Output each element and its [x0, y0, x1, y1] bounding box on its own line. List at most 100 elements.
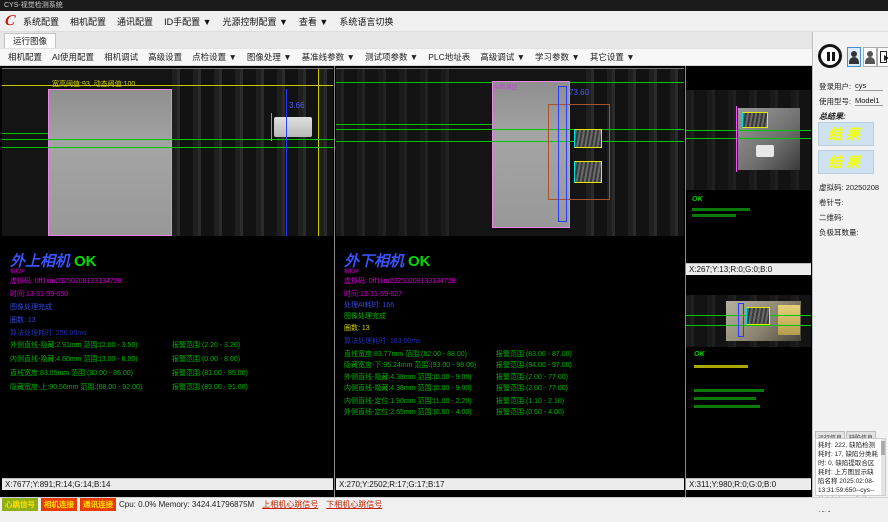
process-status: 图像处理完成 — [344, 311, 386, 321]
pixel-coords-readout: X:267;Y:13;R:0;G:0;B:0 — [686, 263, 811, 275]
camera-link-badge: 相机连接 — [41, 498, 77, 511]
bright-feature — [756, 145, 774, 157]
measurement-value: 外侧直线-隐藏:4.38mm 范围:(0.00 - 9.00) — [344, 372, 472, 382]
tiny-text-row — [694, 389, 764, 392]
measurement-value: 直线宽度:83.05mm 范围:(80.00 - 86.00) — [10, 368, 133, 378]
ai-time: 处理AI耗时: 166 — [344, 300, 394, 310]
tool-other-settings[interactable]: 其它设置 ▼ — [590, 51, 635, 63]
exit-button[interactable] — [877, 47, 888, 67]
menu-item-light-config[interactable]: 光源控制配置 ▼ — [222, 15, 287, 28]
green-measure-line — [2, 147, 333, 148]
comm-link-badge: 通讯连接 — [80, 498, 116, 511]
tab-bar: 运行图像 — [0, 32, 812, 48]
menu-item-system-config[interactable]: 系统配置 — [23, 15, 59, 28]
small-camera-image-bottom[interactable] — [686, 295, 811, 347]
menu-item-id-config[interactable]: ID手配置 ▼ — [164, 15, 211, 28]
status-ok: OK — [74, 253, 97, 270]
stats-scrollbar[interactable] — [881, 439, 885, 495]
menu-item-language[interactable]: 系统语言切换 — [339, 15, 393, 28]
pause-button[interactable] — [818, 44, 842, 68]
qrcode-label: 二维码: — [819, 212, 844, 223]
menu-item-view[interactable]: 查看 ▼ — [299, 15, 328, 28]
tool-baseline-params[interactable]: 基准线参数 ▼ — [302, 51, 355, 63]
divider — [334, 66, 335, 497]
left-camera-image[interactable]: 宽高阈值:93, 动态阈值:100 3.66 — [2, 68, 333, 236]
alarm-range: 报警范围:(83.00 - 87.00) — [496, 349, 572, 359]
right-sidebar: 登录用户: cys 使用型号: Model1 总结果: 结果 结果 虚拟码: 2… — [812, 32, 888, 497]
green-measure-line — [2, 139, 333, 140]
virtual-code: 虚拟码: 0ff1iim20250208133134728 — [10, 276, 122, 286]
threshold-annotation: 宽高阈值:93, 动态阈值:100 — [52, 79, 135, 89]
tool-advanced-debug[interactable]: 高级调试 ▼ — [480, 51, 525, 63]
tool-camera-debug[interactable]: 相机调试 — [104, 51, 138, 63]
yellow-guide-line-vertical — [318, 69, 319, 236]
green-measure-line — [686, 325, 811, 326]
model-label: 使用型号: — [819, 96, 851, 107]
alarm-range: 报警范围:(89.00 - 91.00) — [172, 382, 248, 392]
camera-sub-label: 相机IP — [10, 268, 25, 275]
bright-feature — [778, 305, 800, 335]
tiny-text-row — [694, 405, 760, 408]
tool-image-processing[interactable]: 图像处理 ▼ — [247, 51, 292, 63]
small-camera-image-top[interactable] — [686, 90, 811, 190]
machine-background — [336, 69, 456, 236]
model-value[interactable]: Model1 — [855, 96, 883, 106]
tiny-text-row — [692, 208, 750, 211]
magenta-marker-line — [271, 113, 272, 141]
login-user-value[interactable]: cys — [855, 81, 883, 91]
measurement-value: 外侧直线-定位:2.65mm 范围:(0.60 - 4.00) — [344, 407, 472, 417]
middle-camera-image[interactable]: AI检测区 73.60 — [336, 68, 684, 236]
alarm-range: 报警范围:(81.00 - 85.00) — [172, 368, 248, 378]
alarm-range: 报警范围:(1.10 - 2.10) — [496, 396, 564, 406]
timestamp: 时间:13-31-59-650 — [10, 289, 68, 299]
operator-button[interactable] — [863, 47, 877, 67]
ai-region-label: AI检测区 — [494, 82, 518, 91]
timestamp: 时间:13-31-59-627 — [344, 289, 402, 299]
tool-ai-config[interactable]: AI使用配置 — [52, 51, 94, 63]
alarm-range: 报警范围:(0.60 - 4.00) — [496, 407, 564, 417]
measurement-value: 隐藏宽度-下:95.24mm 范围:(93.00 - 98.00) — [344, 360, 476, 370]
roi-blue-box — [738, 303, 744, 337]
sidebar-vcode: 虚拟码: 20250208 — [819, 182, 879, 193]
green-measure-line — [336, 124, 492, 125]
logout-arrow-icon — [884, 55, 888, 61]
tool-camera-config[interactable]: 相机配置 — [8, 51, 42, 63]
measurement-value: 内侧直线-隐藏:4.38mm 范围:(0.00 - 9.00) — [344, 383, 472, 393]
roi-blue-box — [558, 86, 567, 222]
result-indicator-1: 结果 — [818, 122, 874, 146]
window-titlebar: CYS-视觉检测系统 — [0, 0, 888, 11]
scrollbar-thumb[interactable] — [881, 441, 885, 455]
alarm-range: 报警范围:(2.00 - 77.00) — [496, 383, 568, 393]
left-camera-view: 宽高阈值:93, 动态阈值:100 3.66 外上相机OK 相机IP 虚拟码: … — [2, 68, 333, 490]
operator-icon — [865, 57, 875, 64]
alarm-range: 报警范围:(94.00 - 97.00) — [496, 360, 572, 370]
heartbeat-badge: 心跳信号 — [2, 498, 38, 511]
small-camera-view-top: OK X:267;Y:13;R:0;G:0;B:0 — [686, 68, 811, 275]
defect-yellow-box — [742, 112, 768, 128]
tiny-text-row — [692, 214, 736, 217]
tiny-text-row — [694, 365, 748, 368]
menu-item-camera-config[interactable]: 相机配置 — [70, 15, 106, 28]
algo-time: 算法处理耗时: 163.00ms — [344, 336, 421, 346]
toolbar: 相机配置 AI使用配置 相机调试 高级设置 点检设置 ▼ 图像处理 ▼ 基准线参… — [0, 48, 812, 66]
tool-learning-params[interactable]: 学习参数 ▼ — [535, 51, 580, 63]
tab-count-label: 负极耳数量: — [819, 227, 859, 238]
alarm-range: 报警范围:(2.00 - 77.00) — [496, 372, 568, 382]
menu-item-comm-config[interactable]: 通讯配置 — [117, 15, 153, 28]
defect-yellow-box — [574, 129, 602, 148]
green-measure-line — [686, 130, 811, 131]
pixel-coords-readout: X:311;Y:980;R:0;G:0;B:0 — [686, 478, 811, 490]
tab-run-image[interactable]: 运行图像 — [4, 33, 56, 49]
upper-cam-heartbeat: 上相机心跳信号 — [262, 499, 318, 510]
tool-spot-check[interactable]: 点检设置 ▼ — [192, 51, 237, 63]
tool-plc-address[interactable]: PLC地址表 — [428, 51, 470, 63]
pause-icon — [832, 52, 835, 61]
status-ok: OK — [692, 196, 703, 203]
measurement-value: 内侧直线-隐藏:4.60mm 范围:(3.00 - 6.00) — [10, 354, 138, 364]
measure-annotation: 3.66 — [289, 101, 305, 110]
tool-advanced-settings[interactable]: 高级设置 — [148, 51, 182, 63]
machine-background — [172, 69, 333, 236]
user-button[interactable] — [847, 47, 861, 67]
status-ok: OK — [408, 253, 431, 270]
tool-test-params[interactable]: 测试项参数 ▼ — [365, 51, 418, 63]
